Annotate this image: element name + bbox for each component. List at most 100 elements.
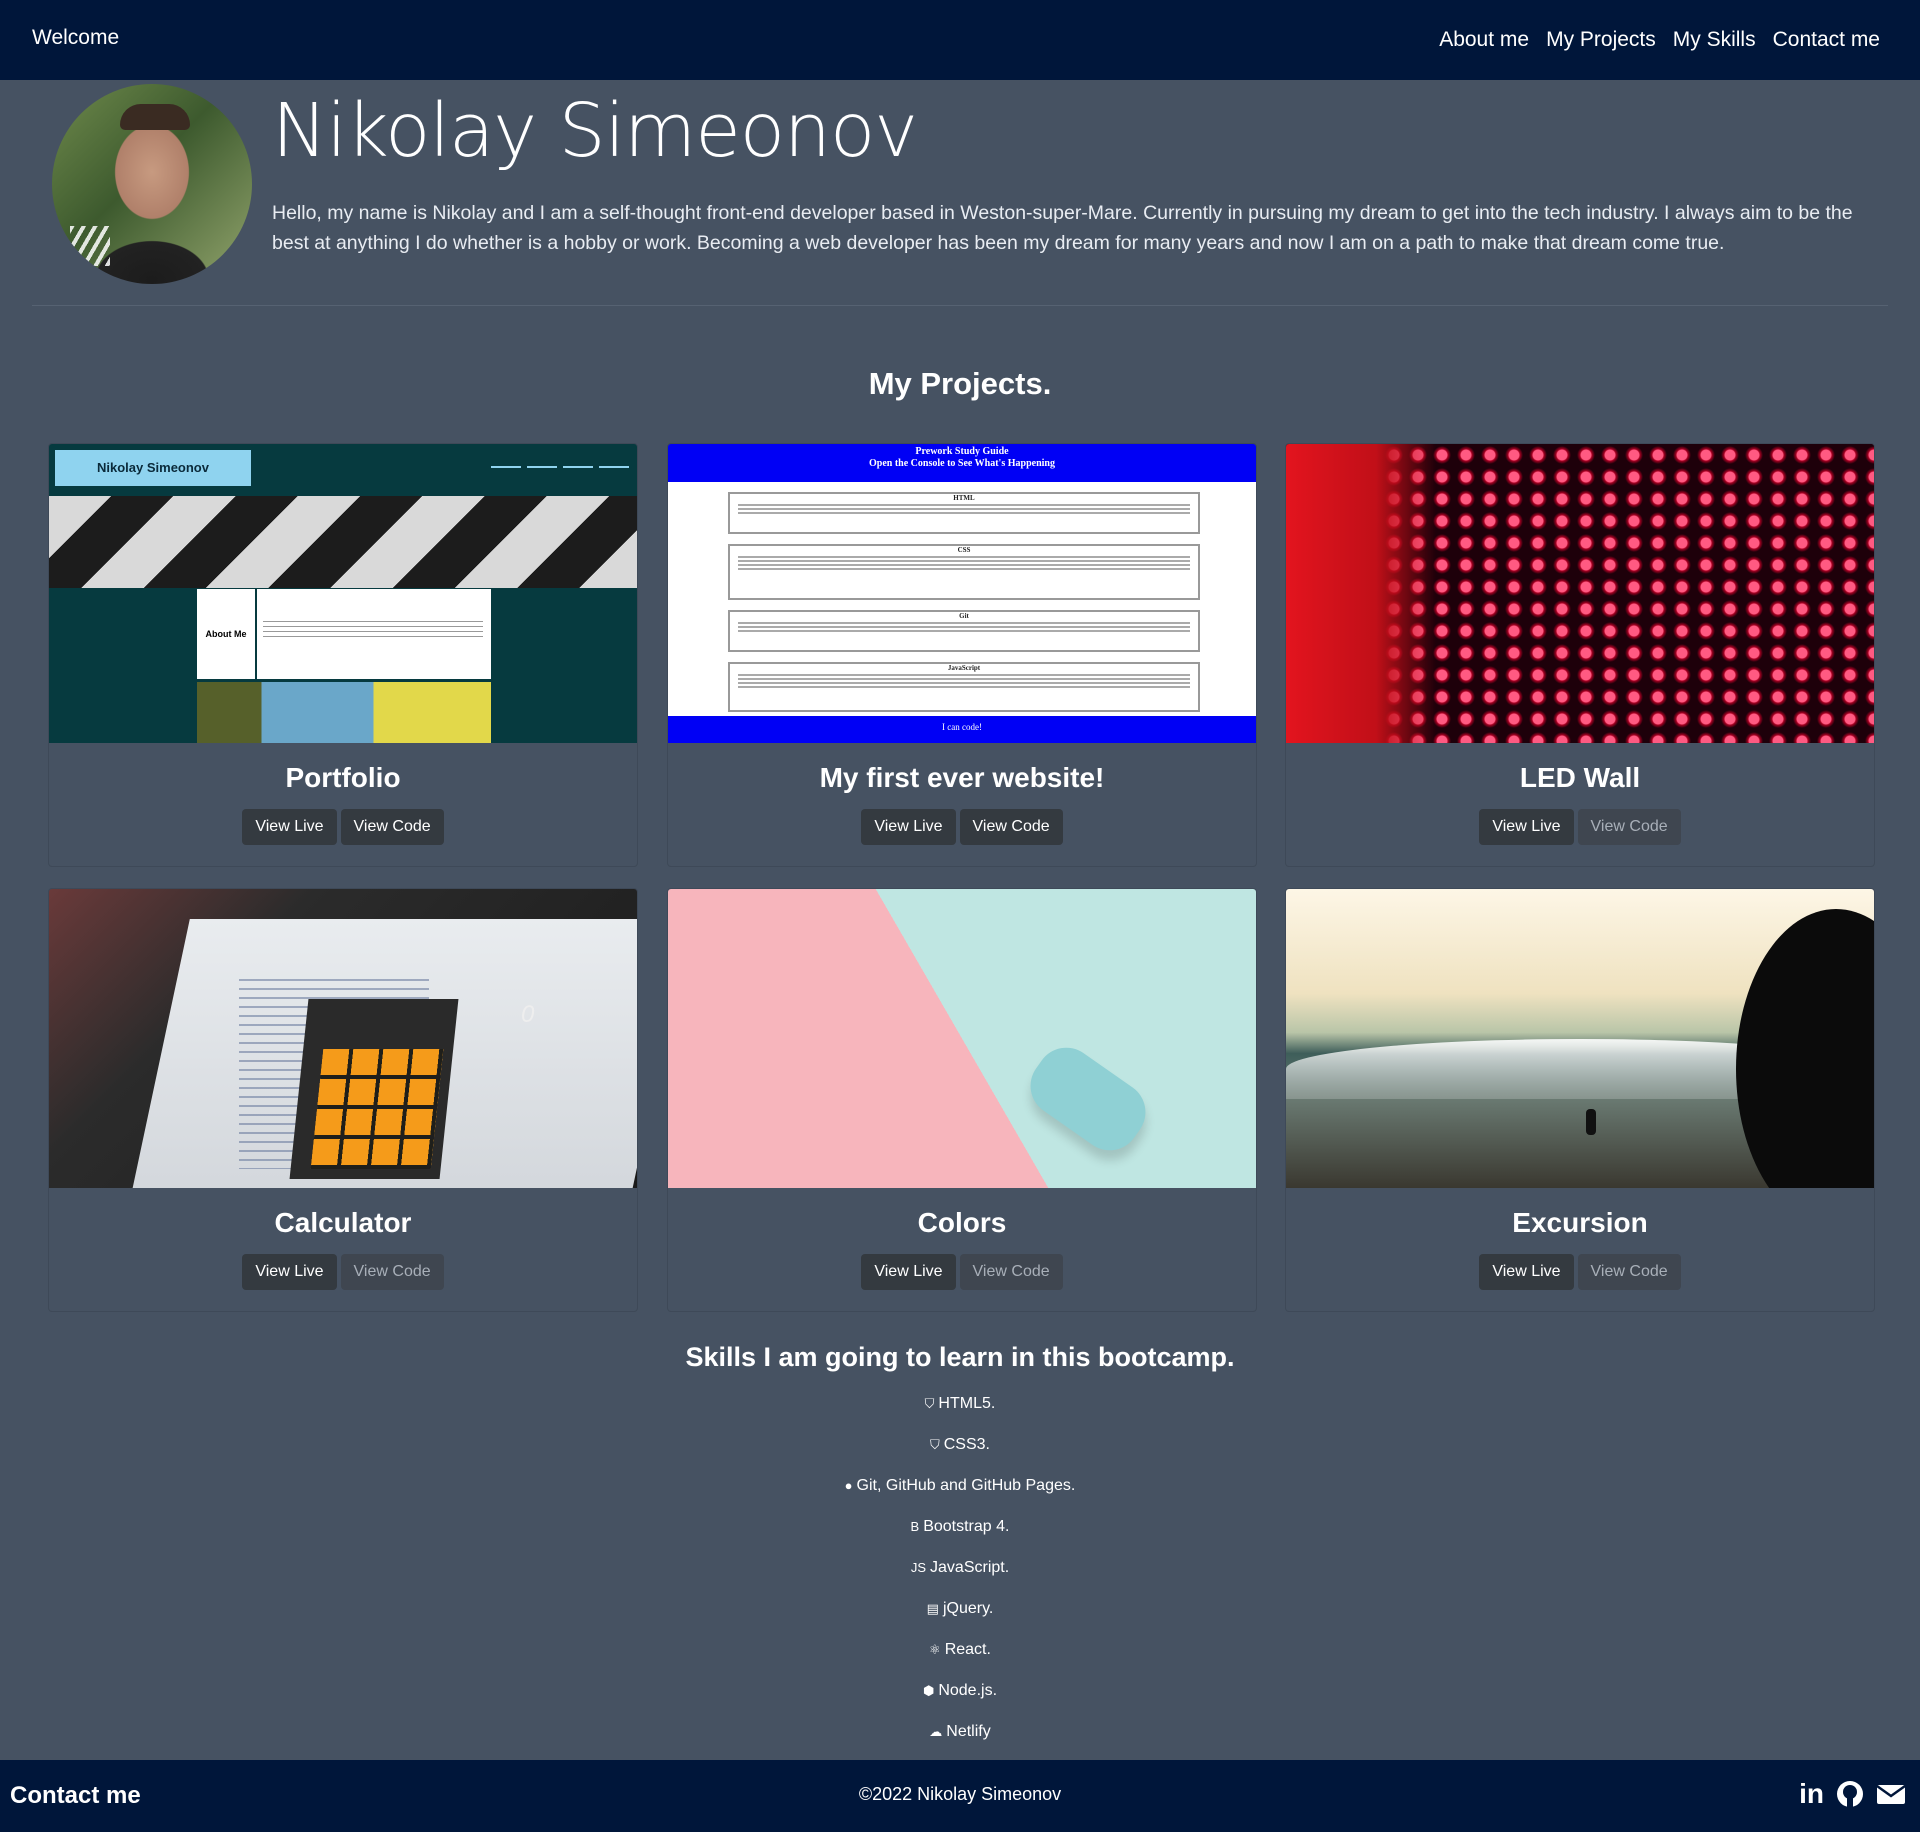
thumb-section-box: HTML [728,492,1200,534]
thumb-project-strip [197,682,491,743]
skill-label: Node.js. [938,1682,998,1699]
nav-links: About me My Projects My Skills Contact m… [1439,28,1880,52]
skill-label: React. [944,1641,991,1658]
nav-my-projects[interactable]: My Projects [1546,28,1656,52]
thumb-subtitle: Open the Console to See What's Happening [869,458,1055,469]
html5-icon: ⛉ [924,1396,935,1411]
github-icon[interactable] [1836,1780,1864,1808]
view-code-button[interactable]: View Code [959,809,1063,845]
project-card-first-website: Prework Study Guide Open the Console to … [667,443,1257,867]
project-title: My first ever website! [819,762,1105,793]
skill-item: B Bootstrap 4. [0,1518,1920,1536]
skill-label: Bootstrap 4. [923,1518,1010,1535]
thumb-calculator-display: 0 [521,1001,535,1028]
skill-item: ⚛ React. [0,1641,1920,1659]
thumb-footer: I can code! [942,722,982,732]
github-icon: ● [844,1478,853,1493]
thumb-section-box: JavaScript [728,662,1200,712]
thumb-section-title: HTML [953,494,975,502]
nav-my-skills[interactable]: My Skills [1673,28,1756,52]
thumb-header: Nikolay Simeonov [55,450,251,486]
thumb-section-title: CSS [957,546,971,554]
profile-photo-hair [120,104,190,130]
skill-item: ☁ Netlify [0,1723,1920,1741]
nav-about-me[interactable]: About me [1439,28,1529,52]
project-card-colors: Colors View Live View Code [667,888,1257,1312]
view-live-button[interactable]: View Live [861,1254,956,1290]
project-card-calculator: 0 Calculator View Live View Code [48,888,638,1312]
project-title: Portfolio [285,762,401,793]
nav-contact-me[interactable]: Contact me [1773,28,1880,52]
bootstrap-icon: B [910,1519,920,1534]
thumb-about-label: About Me [197,589,257,679]
project-buttons: View Live View Code [49,1254,637,1290]
thumb-surfer [1586,1109,1596,1135]
thumb-silhouette [1736,909,1874,1188]
skill-label: CSS3. [943,1436,990,1453]
project-thumbnail[interactable]: Prework Study Guide Open the Console to … [668,444,1256,743]
view-code-button[interactable]: View Code [1577,1254,1681,1290]
cloud-icon: ☁ [929,1724,943,1739]
footer-copyright: ©2022 Nikolay Simeonov [858,1784,1062,1804]
nodejs-icon: ⬢ [922,1683,935,1698]
view-live-button[interactable]: View Live [1479,1254,1574,1290]
project-buttons: View Live View Code [49,809,637,845]
hero-bio: Hello, my name is Nikolay and I am a sel… [272,202,1853,254]
view-live-button[interactable]: View Live [1479,809,1574,845]
skill-label: Netlify [946,1723,991,1740]
navbar: Welcome About me My Projects My Skills C… [0,0,1920,80]
view-live-button[interactable]: View Live [242,1254,337,1290]
view-code-button[interactable]: View Code [340,1254,444,1290]
skill-item: ▤ jQuery. [0,1600,1920,1618]
javascript-icon: JS [910,1560,927,1575]
email-icon[interactable] [1876,1782,1906,1806]
project-card-excursion: Excursion View Live View Code [1285,888,1875,1312]
footer-social-icons: in [1799,1778,1906,1810]
project-card-portfolio: Nikolay Simeonov About Me Portfolio View… [48,443,638,867]
thumb-led-glow [1286,444,1436,743]
thumb-section-title: JavaScript [947,664,981,672]
view-code-button[interactable]: View Code [1577,809,1681,845]
divider [32,305,1888,306]
skill-item: ● Git, GitHub and GitHub Pages. [0,1477,1920,1495]
react-icon: ⚛ [929,1642,941,1657]
project-title: Calculator [274,1207,412,1238]
project-buttons: View Live View Code [668,1254,1256,1290]
skill-label: jQuery. [942,1600,994,1617]
project-buttons: View Live View Code [1286,809,1874,845]
view-live-button[interactable]: View Live [242,809,337,845]
skills-title: Skills I am going to learn in this bootc… [685,1342,1235,1372]
skill-label: HTML5. [938,1395,996,1412]
thumb-section-box: Git [728,610,1200,652]
thumb-heading: Prework Study Guide Open the Console to … [668,446,1256,470]
project-title: LED Wall [1519,762,1641,793]
project-card-led-wall: LED Wall View Live View Code [1285,443,1875,867]
hero-name: Nikolay Simeonov [272,88,918,174]
project-thumbnail[interactable] [1286,889,1874,1188]
skill-label: Git, GitHub and GitHub Pages. [856,1477,1076,1494]
footer: Contact me ©2022 Nikolay Simeonov in [0,1760,1920,1832]
view-code-button[interactable]: View Code [340,809,444,845]
css3-icon: ⛉ [929,1437,940,1452]
skill-item: JS JavaScript. [0,1559,1920,1577]
project-thumbnail[interactable]: 0 [49,889,637,1188]
skill-label: JavaScript. [930,1559,1010,1576]
thumb-banner [49,496,637,588]
profile-photo-jacket-stripes [70,226,110,266]
project-thumbnail[interactable]: Nikolay Simeonov About Me [49,444,637,743]
thumb-section-box: CSS [728,544,1200,600]
project-buttons: View Live View Code [668,809,1256,845]
thumb-about-box: About Me [197,589,491,679]
thumb-nav [491,466,629,468]
profile-photo [52,84,252,284]
view-code-button[interactable]: View Code [959,1254,1063,1290]
view-live-button[interactable]: View Live [861,809,956,845]
projects-title: My Projects. [868,366,1052,401]
thumb-calculator-keys [310,1049,444,1169]
thumb-title: Prework Study Guide [915,446,1009,457]
project-thumbnail[interactable] [1286,444,1874,743]
brand-link[interactable]: Welcome [32,26,119,50]
linkedin-icon[interactable]: in [1799,1778,1824,1810]
project-thumbnail[interactable] [668,889,1256,1188]
jquery-icon: ▤ [926,1601,939,1616]
